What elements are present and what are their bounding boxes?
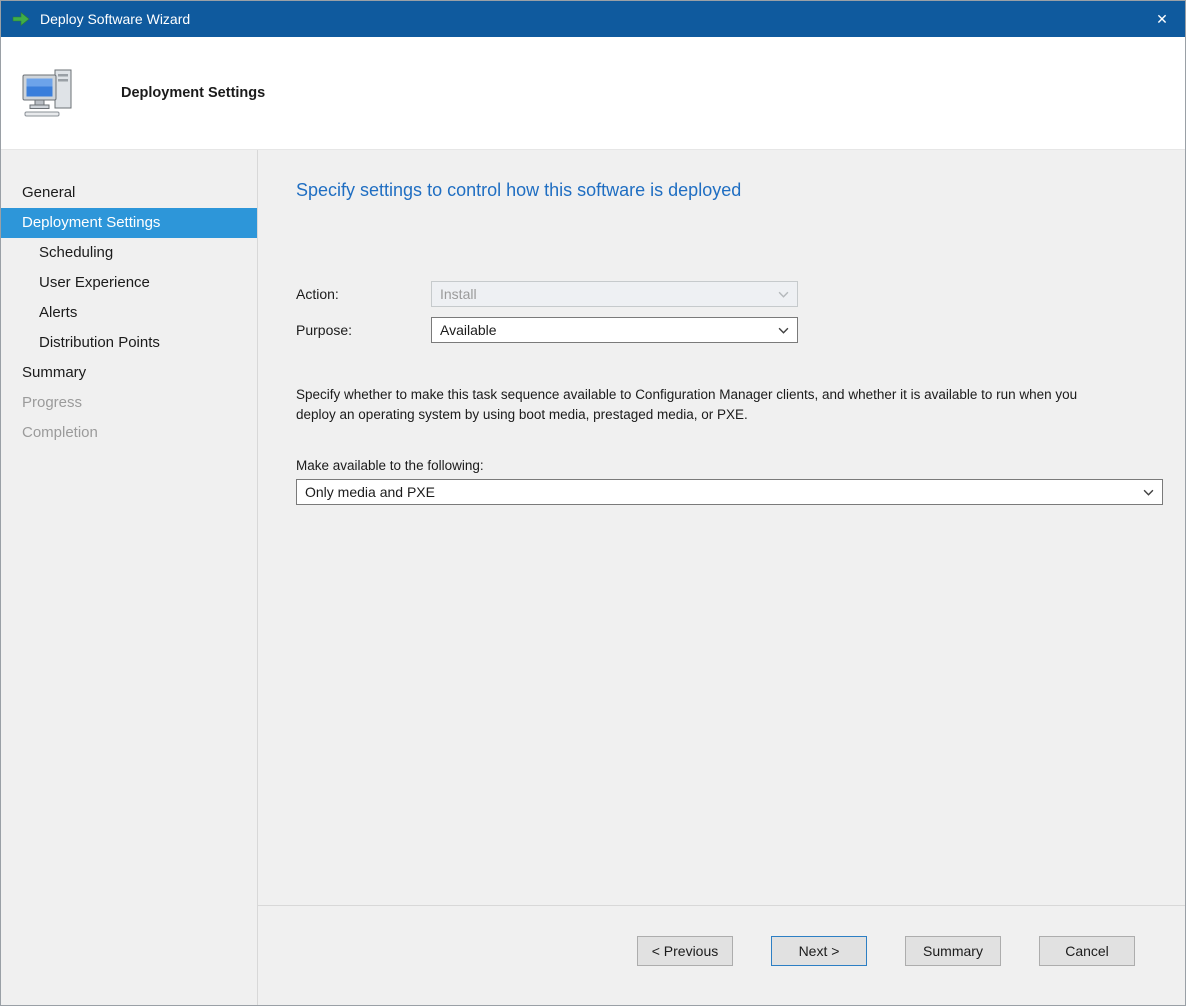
nav-item-general[interactable]: General [1, 178, 257, 208]
nav-item-alerts[interactable]: Alerts [1, 298, 257, 328]
action-row: Action: Install [296, 281, 1163, 307]
next-button[interactable]: Next > [771, 936, 867, 966]
cancel-button[interactable]: Cancel [1039, 936, 1135, 966]
chevron-down-icon [769, 291, 797, 298]
wizard-footer: < Previous Next > Summary Cancel [258, 905, 1185, 1005]
previous-button[interactable]: < Previous [637, 936, 733, 966]
nav-item-user-experience[interactable]: User Experience [1, 268, 257, 298]
make-available-value: Only media and PXE [305, 484, 435, 500]
action-value: Install [440, 286, 477, 302]
page-title: Deployment Settings [121, 85, 265, 101]
purpose-row: Purpose: Available [296, 317, 1163, 343]
make-available-wrap: Only media and PXE [296, 479, 1163, 505]
content-heading: Specify settings to control how this sof… [296, 180, 1163, 201]
purpose-value: Available [440, 322, 497, 338]
purpose-dropdown[interactable]: Available [431, 317, 798, 343]
computer-icon [19, 66, 77, 120]
action-dropdown: Install [431, 281, 798, 307]
form-area: Action: Install Purpose: Available [296, 281, 1163, 343]
nav-item-progress: Progress [1, 388, 257, 418]
purpose-label: Purpose: [296, 322, 431, 338]
close-button[interactable]: ✕ [1139, 1, 1185, 37]
nav-item-distribution-points[interactable]: Distribution Points [1, 328, 257, 358]
wizard-header: Deployment Settings [1, 37, 1185, 150]
wizard-content: Specify settings to control how this sof… [258, 150, 1185, 1005]
wizard-nav: General Deployment Settings Scheduling U… [1, 150, 258, 1005]
nav-item-deployment-settings[interactable]: Deployment Settings [1, 208, 257, 238]
titlebar[interactable]: Deploy Software Wizard ✕ [1, 1, 1185, 37]
action-label: Action: [296, 286, 431, 302]
nav-item-scheduling[interactable]: Scheduling [1, 238, 257, 268]
summary-button[interactable]: Summary [905, 936, 1001, 966]
make-available-dropdown[interactable]: Only media and PXE [296, 479, 1163, 505]
green-deploy-arrow-icon [11, 9, 31, 29]
close-icon: ✕ [1156, 11, 1168, 28]
chevron-down-icon [1134, 489, 1162, 496]
wizard-body: General Deployment Settings Scheduling U… [1, 150, 1185, 1005]
nav-item-completion: Completion [1, 418, 257, 448]
deploy-software-wizard-window: Deploy Software Wizard ✕ Deployment Sett… [0, 0, 1186, 1006]
content-main: Specify settings to control how this sof… [258, 150, 1185, 905]
nav-item-summary[interactable]: Summary [1, 358, 257, 388]
make-available-label: Make available to the following: [296, 458, 1163, 473]
chevron-down-icon [769, 327, 797, 334]
window-title: Deploy Software Wizard [40, 11, 1139, 27]
description-text: Specify whether to make this task sequen… [296, 385, 1111, 424]
